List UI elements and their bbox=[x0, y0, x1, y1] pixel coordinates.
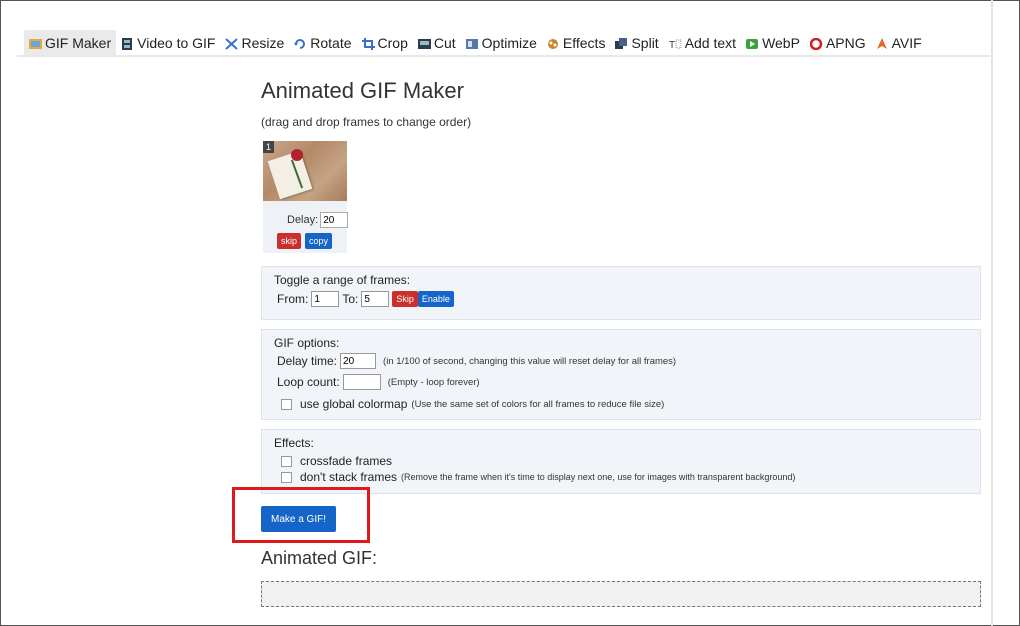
colormap-row: use global colormap (Use the same set of… bbox=[281, 397, 664, 411]
no-stack-row: don't stack frames (Remove the frame whe… bbox=[281, 470, 795, 484]
tab-apng[interactable]: APNG bbox=[805, 30, 871, 56]
cut-icon bbox=[417, 37, 431, 49]
tab-label: Video to GIF bbox=[137, 35, 216, 51]
split-icon bbox=[615, 37, 628, 49]
to-input[interactable] bbox=[361, 291, 390, 307]
tab-resize[interactable]: Resize bbox=[220, 30, 289, 56]
gif-options-panel: GIF options: Delay time: (in 1/100 of se… bbox=[261, 329, 981, 420]
book-shape bbox=[267, 150, 313, 200]
loop-count-hint: (Empty - loop forever) bbox=[387, 376, 480, 388]
no-stack-checkbox[interactable] bbox=[281, 471, 292, 483]
tab-label: Resize bbox=[241, 35, 285, 51]
tab-webp[interactable]: WebP bbox=[741, 30, 805, 56]
optimize-icon bbox=[465, 37, 479, 49]
tab-optimize[interactable]: Optimize bbox=[461, 30, 542, 56]
tab-label: AVIF bbox=[891, 35, 922, 51]
webp-icon bbox=[746, 37, 759, 49]
colormap-label[interactable]: use global colormap bbox=[300, 397, 407, 411]
gif-maker-icon bbox=[29, 37, 42, 49]
avif-icon bbox=[876, 37, 889, 49]
tab-label: Cut bbox=[433, 35, 456, 51]
no-stack-label[interactable]: don't stack frames bbox=[300, 470, 397, 484]
loop-count-label: Loop count: bbox=[277, 375, 340, 389]
crossfade-checkbox[interactable] bbox=[281, 455, 292, 467]
rose-shape bbox=[291, 149, 303, 161]
colormap-hint: (Use the same set of colors for all fram… bbox=[411, 398, 665, 410]
loop-count-input[interactable] bbox=[342, 374, 381, 390]
frame-delay-label: Delay: bbox=[287, 214, 319, 226]
to-label: To: bbox=[342, 292, 359, 306]
frame-skip-button[interactable]: skip bbox=[277, 233, 302, 249]
tab-label: WebP bbox=[762, 35, 800, 51]
result-title: Animated GIF: bbox=[261, 548, 378, 568]
tab-label: APNG bbox=[825, 35, 866, 51]
tab-label: Crop bbox=[377, 35, 408, 51]
frame-delay-input[interactable] bbox=[320, 212, 349, 228]
film-icon bbox=[121, 37, 134, 50]
tab-add-text[interactable]: T Add text bbox=[664, 30, 741, 56]
tab-label: Rotate bbox=[310, 35, 352, 51]
tab-cut[interactable]: Cut bbox=[413, 30, 461, 56]
result-area bbox=[261, 581, 981, 607]
frame-card[interactable]: 1 Delay: skip copy bbox=[263, 141, 349, 253]
gif-options-header: GIF options: bbox=[274, 336, 340, 350]
tab-label: GIF Maker bbox=[45, 35, 112, 51]
highlight-box bbox=[232, 487, 370, 543]
toggle-range-row: From: To: Skip Enable bbox=[277, 291, 454, 307]
page-title: Animated GIF Maker bbox=[261, 78, 464, 103]
scrollbar-track[interactable] bbox=[991, 0, 993, 626]
nav-divider bbox=[17, 55, 992, 57]
tab-label: Split bbox=[631, 35, 659, 51]
tool-nav: GIF Maker Video to GIF Resize Rotate Cro… bbox=[24, 30, 927, 56]
delay-time-input[interactable] bbox=[340, 353, 377, 369]
delay-time-row: Delay time: (in 1/100 of second, changin… bbox=[277, 353, 676, 369]
crossfade-label[interactable]: crossfade frames bbox=[300, 454, 392, 468]
from-input[interactable] bbox=[311, 291, 340, 307]
apng-icon bbox=[809, 37, 823, 51]
frame-delay-row: Delay: bbox=[287, 212, 349, 228]
no-stack-hint: (Remove the frame when it's time to disp… bbox=[401, 472, 796, 482]
range-skip-button[interactable]: Skip bbox=[392, 291, 418, 307]
from-label: From: bbox=[277, 292, 309, 306]
tab-avif[interactable]: AVIF bbox=[871, 30, 927, 56]
toggle-range-panel: Toggle a range of frames: From: To: Skip… bbox=[261, 266, 981, 320]
effects-icon bbox=[547, 37, 560, 49]
tab-crop[interactable]: Crop bbox=[357, 30, 413, 56]
loop-count-row: Loop count: (Empty - loop forever) bbox=[277, 374, 480, 390]
colormap-checkbox[interactable] bbox=[281, 398, 292, 410]
tab-gif-maker[interactable]: GIF Maker bbox=[24, 30, 117, 56]
tab-effects[interactable]: Effects bbox=[542, 30, 611, 56]
frame-copy-button[interactable]: copy bbox=[305, 233, 333, 249]
crossfade-row: crossfade frames bbox=[281, 454, 392, 468]
rotate-icon bbox=[294, 37, 307, 49]
effects-header: Effects: bbox=[274, 436, 314, 450]
resize-icon bbox=[225, 37, 239, 50]
effects-panel: Effects: crossfade frames don't stack fr… bbox=[261, 429, 981, 494]
tab-label: Add text bbox=[684, 35, 737, 51]
range-enable-button[interactable]: Enable bbox=[417, 291, 454, 307]
frame-number-badge: 1 bbox=[263, 141, 274, 153]
page-subtitle: (drag and drop frames to change order) bbox=[261, 115, 472, 129]
tab-video-to-gif[interactable]: Video to GIF bbox=[116, 30, 220, 56]
text-icon: T bbox=[669, 37, 682, 51]
tab-label: Effects bbox=[562, 35, 606, 51]
toggle-range-header: Toggle a range of frames: bbox=[274, 273, 411, 287]
tab-split[interactable]: Split bbox=[610, 30, 663, 56]
crop-icon bbox=[361, 37, 375, 50]
delay-time-hint: (in 1/100 of second, changing this value… bbox=[383, 355, 677, 367]
tab-rotate[interactable]: Rotate bbox=[289, 30, 356, 56]
delay-time-label: Delay time: bbox=[277, 354, 338, 368]
svg-text:T: T bbox=[669, 40, 675, 50]
tab-label: Optimize bbox=[481, 35, 537, 51]
frame-thumbnail[interactable] bbox=[263, 141, 347, 201]
